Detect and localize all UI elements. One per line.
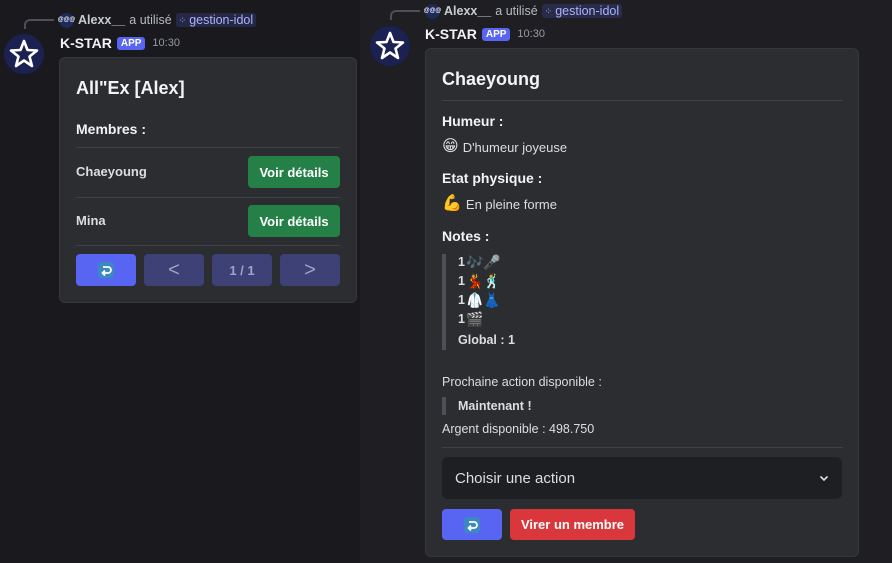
command-mention[interactable]: ⁘ gestion-idol — [175, 13, 257, 27]
divider — [442, 100, 843, 101]
reply-context[interactable]: @@@ Alexx__ a utilisé ⁘ gestion-idol — [58, 12, 257, 28]
physical-title: Etat physique : — [442, 170, 543, 186]
command-name: gestion-idol — [555, 4, 620, 18]
grinning-face-icon: 😁 — [442, 138, 459, 155]
next-page-button[interactable]: > — [280, 254, 340, 286]
divider — [76, 245, 340, 246]
mood-title: Humeur : — [442, 113, 504, 129]
action-select[interactable]: Choisir une action — [442, 457, 842, 499]
divider — [76, 147, 340, 148]
timestamp: 10:30 — [152, 37, 180, 49]
note-singing: 1 🎶🎤 — [458, 255, 501, 269]
clothing-icon: 🥼👗 — [465, 292, 501, 308]
embed-title: Chaeyoung — [442, 69, 541, 89]
view-details-button[interactable]: Voir détails — [248, 205, 340, 237]
mood-value: D'humeur joyeuse — [462, 139, 568, 155]
message-header: K-STAR APP 10:30 — [425, 26, 545, 42]
physical-value: En pleine forme — [465, 196, 557, 212]
reply-action-text: a utilisé — [129, 13, 172, 27]
flexed-biceps-icon: 💪 — [442, 195, 462, 212]
user-mini-avatar: @@@ — [58, 12, 75, 28]
member-name: Chaeyoung — [76, 164, 147, 179]
fire-member-button[interactable]: Virer un membre — [510, 509, 635, 540]
member-detail-embed: Chaeyoung Humeur : 😁 D'humeur joyeuse Et… — [425, 48, 859, 557]
mood-line: 😁 D'humeur joyeuse — [442, 139, 567, 155]
command-mention[interactable]: ⁘ gestion-idol — [541, 4, 623, 18]
note-dance: 1 💃🕺 — [458, 274, 501, 288]
divider — [76, 197, 340, 198]
return-arrow-icon — [98, 262, 114, 278]
action-select-placeholder: Choisir une action — [455, 469, 576, 487]
previous-page-button[interactable]: < — [144, 254, 204, 286]
timestamp: 10:30 — [517, 28, 545, 40]
note-acting: 1 🎬 — [458, 312, 483, 326]
reply-context[interactable]: @@@ Alexx__ a utilisé ⁘ gestion-idol — [424, 3, 623, 19]
app-tag: APP — [116, 36, 146, 50]
reply-action-text: a utilisé — [495, 4, 538, 18]
bot-name[interactable]: K-STAR — [425, 26, 477, 42]
reply-username[interactable]: Alexx__ — [444, 4, 491, 18]
global-score: Global : 1 — [458, 333, 515, 347]
page-indicator: 1 / 1 — [212, 254, 272, 286]
bot-name[interactable]: K-STAR — [60, 35, 112, 51]
back-button[interactable] — [76, 254, 136, 286]
member-name: Mina — [76, 213, 106, 228]
star-logo-icon — [9, 39, 39, 68]
next-action-label: Prochaine action disponible : — [442, 375, 602, 389]
command-icon: ⁘ — [178, 14, 187, 25]
chevron-down-icon — [819, 475, 829, 482]
notes-quote-bar — [442, 254, 446, 350]
view-details-button[interactable]: Voir détails — [248, 156, 340, 188]
note-value: 1 — [458, 293, 465, 307]
note-value: 1 — [458, 274, 465, 288]
bot-avatar[interactable] — [4, 34, 44, 74]
group-embed: All"Ex [Alex] Membres : Chaeyoung Voir d… — [59, 57, 357, 303]
message-header: K-STAR APP 10:30 — [60, 35, 180, 51]
note-value: 1 — [458, 255, 465, 269]
user-mini-avatar: @@@ — [424, 3, 441, 19]
divider — [442, 447, 843, 448]
physical-line: 💪 En pleine forme — [442, 196, 557, 212]
bot-avatar[interactable] — [370, 26, 410, 66]
command-icon: ⁘ — [544, 5, 553, 16]
left-message-pane: @@@ Alexx__ a utilisé ⁘ gestion-idol K-ST… — [0, 0, 360, 563]
back-button[interactable] — [442, 509, 502, 540]
members-title: Membres : — [76, 121, 147, 137]
reply-username[interactable]: Alexx__ — [78, 13, 125, 27]
clapper-board-icon: 🎬 — [465, 311, 484, 327]
money-available: Argent disponible : 498.750 — [442, 422, 595, 436]
reply-spine — [390, 10, 420, 20]
notes-title: Notes : — [442, 228, 490, 244]
app-tag: APP — [481, 27, 511, 41]
next-action-quote-bar — [442, 397, 446, 415]
next-action-value: Maintenant ! — [458, 399, 532, 413]
dancers-icon: 💃🕺 — [465, 273, 501, 289]
command-name: gestion-idol — [189, 13, 254, 27]
note-fashion: 1 🥼👗 — [458, 293, 501, 307]
star-logo-icon — [375, 31, 405, 60]
right-message-pane: @@@ Alexx__ a utilisé ⁘ gestion-idol K-ST… — [360, 0, 892, 563]
music-mic-icon: 🎶🎤 — [465, 254, 501, 270]
embed-title: All"Ex [Alex] — [76, 78, 185, 98]
note-value: 1 — [458, 312, 465, 326]
return-arrow-icon — [464, 516, 480, 533]
reply-spine — [24, 19, 54, 29]
